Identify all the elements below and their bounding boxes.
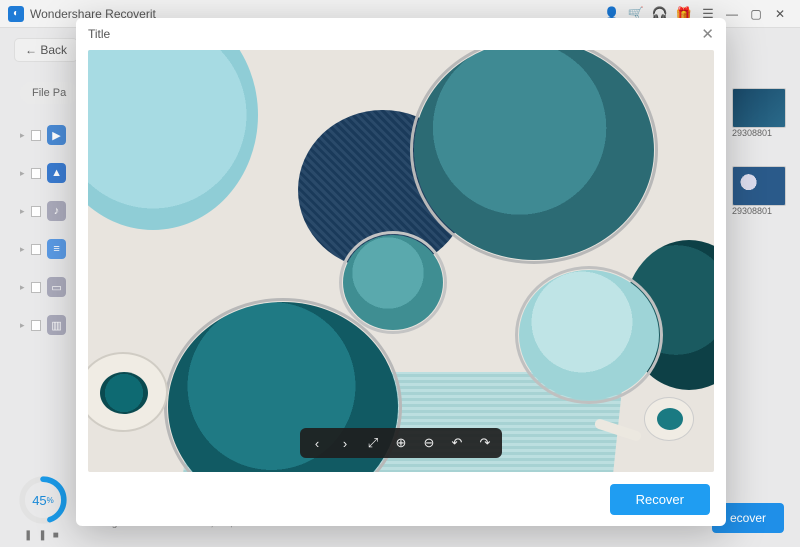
modal-close-button[interactable]: ✕	[701, 25, 714, 43]
category-checkbox[interactable]	[31, 130, 42, 141]
thumbnail-image	[732, 166, 786, 206]
category-row-documents[interactable]: ▸ ≡	[20, 230, 66, 268]
chevron-right-icon: ▸	[20, 130, 25, 141]
thumbnail-column: 29308801 29308801	[732, 88, 786, 244]
video-icon: ▶	[47, 125, 66, 145]
chevron-right-icon: ▸	[20, 206, 25, 217]
category-checkbox[interactable]	[31, 244, 42, 255]
scan-controls: ❚❚■	[24, 530, 65, 541]
image-icon: ▲	[47, 163, 66, 183]
category-row-archive[interactable]: ▸ ▥	[20, 306, 66, 344]
category-checkbox[interactable]	[31, 282, 42, 293]
next-image-button[interactable]: ›	[338, 436, 352, 451]
category-list: ▸ ▶ ▸ ▲ ▸ ♪ ▸ ≡ ▸ ▭ ▸ ▥	[20, 116, 66, 344]
pause-button[interactable]: ❚❚	[24, 530, 53, 541]
back-arrow-icon: ←	[25, 43, 37, 57]
category-row-videos[interactable]: ▸ ▶	[20, 116, 66, 154]
rotate-right-button[interactable]: ↷	[478, 435, 492, 451]
audio-icon: ♪	[47, 201, 66, 221]
category-checkbox[interactable]	[31, 168, 42, 179]
thumbnail-item[interactable]: 29308801	[732, 166, 786, 220]
zoom-in-button[interactable]: ⊕	[394, 435, 408, 451]
file-path-filter[interactable]: File Pa	[20, 82, 78, 104]
zoom-out-button[interactable]: ⊖	[422, 435, 436, 451]
document-icon: ≡	[47, 239, 66, 259]
preview-modal: Title ✕ ‹ › ⤢ ⊕ ⊖ ↶ ↷ Recover	[76, 18, 726, 526]
thumbnail-caption: 29308801	[732, 128, 786, 138]
thumbnail-image	[732, 88, 786, 128]
category-row-images[interactable]: ▸ ▲	[20, 154, 66, 192]
chevron-right-icon: ▸	[20, 244, 25, 255]
app-logo-icon: ◐	[8, 6, 24, 22]
category-row-audio[interactable]: ▸ ♪	[20, 192, 66, 230]
chevron-right-icon: ▸	[20, 320, 25, 331]
prev-image-button[interactable]: ‹	[310, 436, 324, 451]
recover-button[interactable]: Recover	[610, 484, 710, 515]
thumbnail-item[interactable]: 29308801	[732, 88, 786, 142]
category-checkbox[interactable]	[31, 206, 42, 217]
modal-footer: Recover	[76, 472, 726, 526]
preview-toolbar: ‹ › ⤢ ⊕ ⊖ ↶ ↷	[300, 428, 502, 458]
scan-progress-percent: 45%	[18, 475, 68, 525]
scan-progress-ring: 45%	[18, 475, 68, 525]
file-icon: ▭	[47, 277, 66, 297]
modal-header: Title ✕	[76, 18, 726, 50]
archive-icon: ▥	[47, 315, 66, 335]
preview-image: ‹ › ⤢ ⊕ ⊖ ↶ ↷	[88, 50, 714, 472]
back-button[interactable]: ← Back	[14, 38, 78, 62]
stop-button[interactable]: ■	[53, 530, 65, 541]
rotate-left-button[interactable]: ↶	[450, 435, 464, 451]
chevron-right-icon: ▸	[20, 282, 25, 293]
category-checkbox[interactable]	[31, 320, 42, 331]
category-row-other[interactable]: ▸ ▭	[20, 268, 66, 306]
thumbnail-caption: 29308801	[732, 206, 786, 216]
maximize-button[interactable]: ▢	[744, 5, 768, 23]
close-window-button[interactable]: ✕	[768, 5, 792, 23]
chevron-right-icon: ▸	[20, 168, 25, 179]
fullscreen-button[interactable]: ⤢	[366, 435, 380, 451]
modal-title: Title	[88, 27, 110, 41]
back-label: Back	[40, 43, 67, 57]
